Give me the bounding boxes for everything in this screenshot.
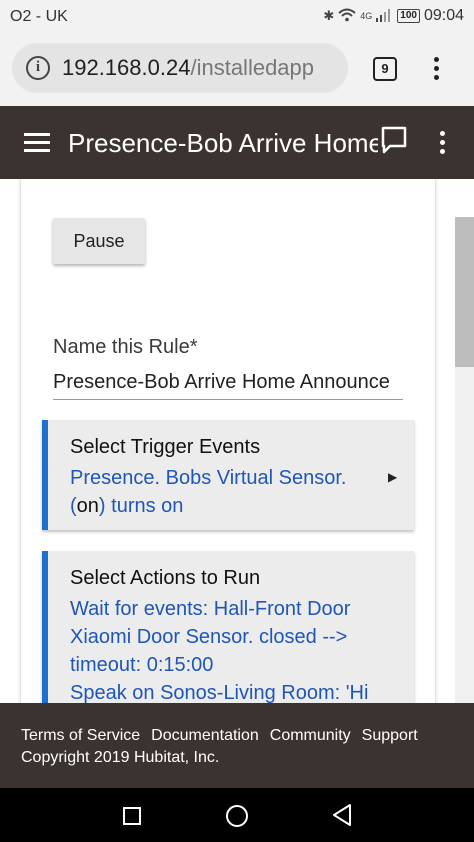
status-icons: ✱ 4G 100 09:04 [323,7,464,25]
recent-apps-icon[interactable] [123,807,141,825]
url-path: /installedapp [190,55,315,80]
rule-name-label: Name this Rule* [53,336,198,358]
page-title: Presence-Bob Arrive Home Announce [68,128,378,158]
actions-summary: Wait for events: Hall-Front Door Xiaomi … [70,595,410,703]
hamburger-menu-icon[interactable] [24,133,50,153]
trigger-events-card[interactable]: Select Trigger Events Presence. Bobs Vir… [42,420,414,530]
actions-card[interactable]: Select Actions to Run Wait for events: H… [42,551,414,703]
status-bar: O2 - UK ✱ 4G 100 09:04 [0,0,474,34]
battery-icon: 100 [397,9,420,23]
home-icon[interactable] [226,805,248,827]
app-menu-icon[interactable] [431,130,455,156]
tab-switcher-button[interactable]: 9 [373,57,397,81]
rule-name-input[interactable] [53,366,403,400]
trigger-events-summary: Presence. Bobs Virtual Sensor. (on) turn… [70,464,370,520]
system-nav-bar [0,788,474,842]
chat-icon[interactable] [381,126,407,156]
back-icon[interactable] [331,803,353,827]
clock: 09:04 [423,7,464,24]
trigger-line-2c: ) turns on [98,495,184,517]
documentation-link[interactable]: Documentation [151,727,259,745]
trigger-state: on [76,495,99,517]
address-bar[interactable]: i 192.168.0.24/installedapp [12,43,348,93]
trigger-events-title: Select Trigger Events [70,436,261,458]
trigger-line-1: Presence. Bobs Virtual Sensor. [70,467,347,489]
bluetooth-icon: ✱ [323,8,335,23]
url-host: 192.168.0.24 [62,55,191,80]
action-line: Wait for events: Hall-Front Door [70,598,351,620]
browser-menu-icon[interactable] [425,56,449,82]
info-icon[interactable]: i [26,56,50,80]
support-link[interactable]: Support [362,727,418,745]
action-line: Speak on Sonos-Living Room: 'Hi [70,682,369,703]
trigger-line-2a: ( [70,495,77,517]
footer: Terms of Service Documentation Community… [0,703,474,788]
carrier-name: O2 - UK [10,8,68,25]
network-type: 4G [360,11,373,21]
url-text[interactable]: 192.168.0.24/installedapp [62,55,314,81]
scrollbar-thumb[interactable] [455,217,474,367]
community-link[interactable]: Community [270,727,351,745]
app-header: Presence-Bob Arrive Home Announce [0,106,474,179]
terms-link[interactable]: Terms of Service [21,727,140,745]
action-line: Xiaomi Door Sensor. closed --> [70,626,348,648]
expand-arrow-icon[interactable]: ▶ [388,470,397,484]
pause-button[interactable]: Pause [53,218,145,264]
main-content: Pause Name this Rule* Select Trigger Eve… [0,179,474,703]
footer-links: Terms of Service Documentation Community… [21,727,418,745]
browser-toolbar: i 192.168.0.24/installedapp [0,34,474,106]
wifi-icon [338,8,356,25]
action-line: timeout: 0:15:00 [70,654,214,676]
signal-icon [376,8,391,25]
actions-title: Select Actions to Run [70,567,261,589]
copyright-text: Copyright 2019 Hubitat, Inc. [21,749,220,766]
